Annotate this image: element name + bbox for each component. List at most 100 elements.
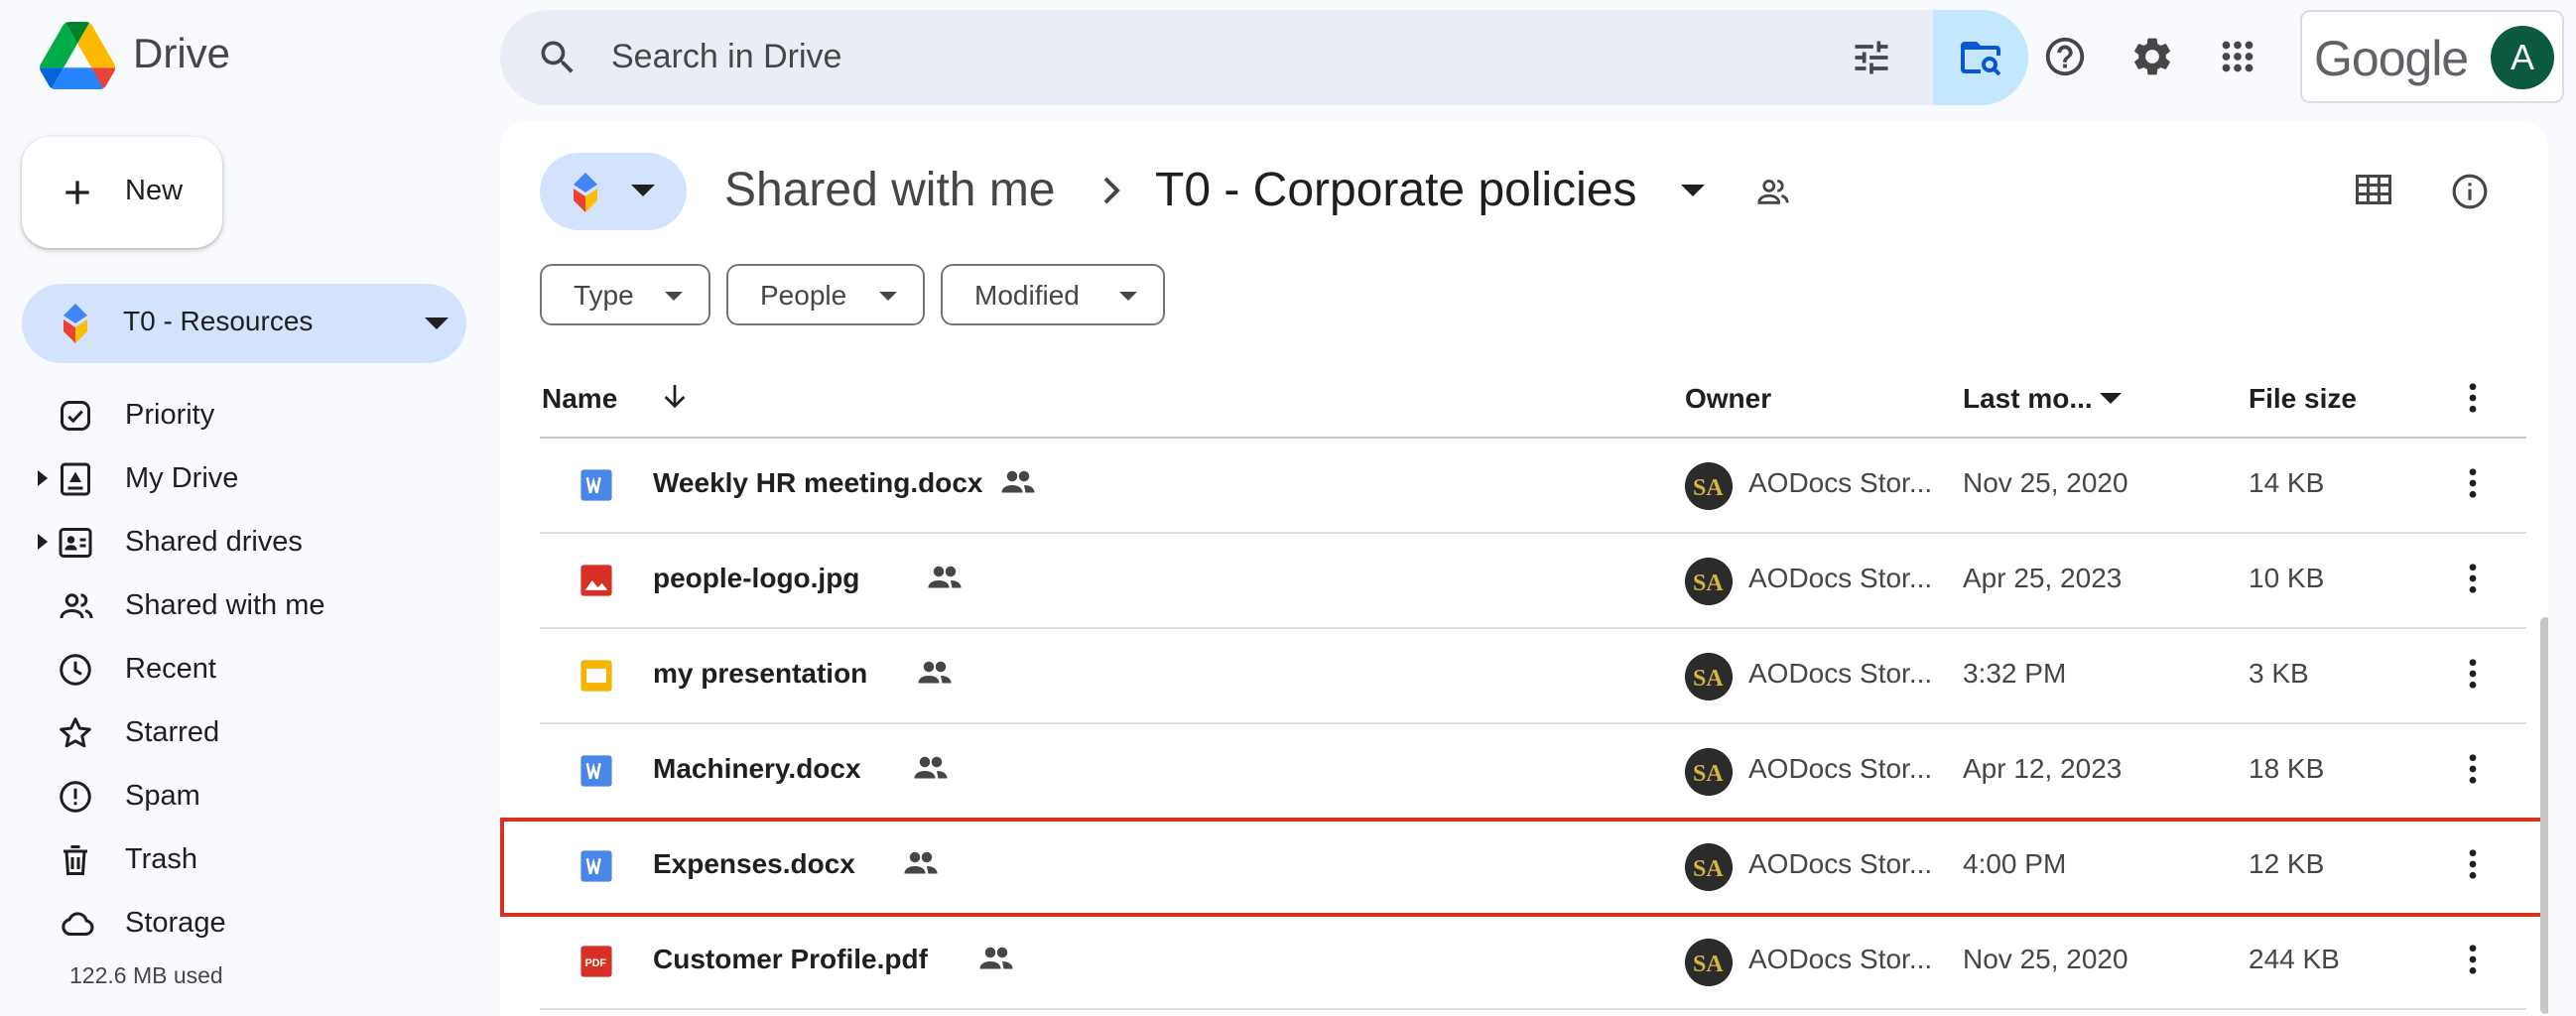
- search-input[interactable]: Search in Drive: [611, 38, 841, 76]
- svg-text:PDF: PDF: [585, 957, 607, 969]
- column-header-owner[interactable]: Owner: [1685, 383, 1771, 415]
- help-icon[interactable]: [2042, 34, 2088, 79]
- shared-with-me-icon: [58, 588, 95, 624]
- owner-name: AODocs Stor...: [1748, 944, 1933, 974]
- sidebar-item-storage[interactable]: Storage: [0, 891, 476, 954]
- sidebar-item-label: Priority: [125, 399, 215, 431]
- sidebar-item-label: My Drive: [125, 462, 239, 494]
- column-header-last-modified[interactable]: Last mo...: [1963, 383, 2093, 415]
- more-vert-icon[interactable]: [2469, 468, 2477, 498]
- filter-people-chip[interactable]: People: [726, 264, 925, 325]
- image-file-icon: [580, 564, 613, 597]
- shared-people-icon: [1000, 468, 1036, 496]
- file-name[interactable]: Machinery.docx: [653, 753, 861, 785]
- storage-usage-text: 122.6 MB used: [69, 962, 223, 988]
- filter-type-chip[interactable]: Type: [540, 264, 710, 325]
- file-name[interactable]: my presentation: [653, 658, 867, 690]
- sidebar-item-my-drive[interactable]: My Drive: [0, 446, 476, 510]
- trash-icon: [58, 842, 93, 878]
- folder-menu-chevron-icon[interactable]: [1681, 185, 1705, 196]
- drive-selector[interactable]: T0 - Resources: [22, 284, 466, 363]
- search-bar[interactable]: Search in Drive: [500, 10, 2028, 105]
- more-vert-icon[interactable]: [2469, 564, 2477, 593]
- table-row[interactable]: Machinery.docx SA AODocs Stor... Apr 12,…: [540, 724, 2526, 820]
- last-modified: Apr 25, 2023: [1963, 563, 2123, 593]
- grid-view-icon[interactable]: [2356, 175, 2391, 204]
- svg-text:SA: SA: [1693, 571, 1724, 596]
- account-switcher[interactable]: Google A: [2300, 10, 2564, 103]
- file-browser-panel: Shared with me T0 - Corporate policies T…: [500, 121, 2548, 1016]
- sidebar-item-priority[interactable]: Priority: [0, 383, 476, 446]
- shared-people-icon: [913, 754, 949, 782]
- owner-name: AODocs Stor...: [1748, 753, 1933, 784]
- cloud-icon: [58, 906, 97, 942]
- file-size: 18 KB: [2249, 753, 2325, 784]
- table-row[interactable]: Weekly HR meeting.docx SA AODocs Stor...…: [540, 439, 2526, 534]
- owner-avatar: SA: [1685, 748, 1733, 796]
- sidebar-item-shared-with-me[interactable]: Shared with me: [0, 573, 476, 637]
- file-name[interactable]: Customer Profile.pdf: [653, 944, 928, 975]
- filter-modified-chip[interactable]: Modified: [941, 264, 1165, 325]
- filter-label: People: [760, 280, 847, 311]
- owner-avatar: SA: [1685, 653, 1733, 700]
- avatar[interactable]: A: [2491, 26, 2554, 89]
- search-options-icon[interactable]: [1850, 36, 1893, 79]
- expand-arrow-icon[interactable]: [38, 534, 48, 550]
- sidebar-item-spam[interactable]: Spam: [0, 764, 476, 827]
- shared-people-icon: [927, 564, 963, 591]
- google-wordmark: Google: [2314, 31, 2469, 86]
- column-header-name[interactable]: Name: [542, 383, 617, 415]
- drive-selector-label: T0 - Resources: [123, 306, 314, 336]
- owner-name: AODocs Stor...: [1748, 563, 1933, 593]
- more-vert-icon[interactable]: [2469, 383, 2477, 413]
- sidebar-item-label: Shared with me: [125, 589, 325, 621]
- breadcrumb-parent[interactable]: Shared with me: [724, 163, 1056, 217]
- search-icon[interactable]: [536, 36, 580, 79]
- app-title[interactable]: Drive: [133, 30, 230, 77]
- shared-folder-icon[interactable]: [1754, 175, 1792, 208]
- drive-switcher-button[interactable]: [540, 153, 687, 230]
- new-button-label: New: [125, 175, 184, 206]
- more-vert-icon[interactable]: [2469, 945, 2477, 974]
- settings-icon[interactable]: [2129, 34, 2175, 79]
- apps-grid-icon[interactable]: [2215, 34, 2260, 79]
- sidebar-item-shared-drives[interactable]: Shared drives: [0, 510, 476, 573]
- sidebar-item-recent[interactable]: Recent: [0, 637, 476, 700]
- recent-icon: [58, 652, 93, 688]
- owner-avatar: SA: [1685, 558, 1733, 605]
- table-row[interactable]: PDF Customer Profile.pdf SA AODocs Stor.…: [540, 915, 2526, 1010]
- folder-search-icon[interactable]: [1933, 10, 2028, 105]
- file-size: 10 KB: [2249, 563, 2325, 593]
- page-title[interactable]: T0 - Corporate policies: [1155, 163, 1637, 217]
- scrollbar[interactable]: [2540, 617, 2548, 1014]
- spam-icon: [58, 779, 93, 815]
- slides-icon: [580, 659, 613, 693]
- sidebar-item-label: Starred: [125, 716, 220, 748]
- more-vert-icon[interactable]: [2469, 754, 2477, 784]
- svg-text:SA: SA: [1693, 475, 1724, 501]
- more-vert-icon[interactable]: [2469, 659, 2477, 689]
- table-row[interactable]: my presentation SA AODocs Stor... 3:32 P…: [540, 629, 2526, 724]
- shared-people-icon: [978, 945, 1014, 972]
- aodocs-icon: [568, 173, 603, 212]
- drive-logo-icon[interactable]: [40, 22, 115, 89]
- file-size: 3 KB: [2249, 658, 2309, 689]
- sidebar-item-trash[interactable]: Trash: [0, 827, 476, 891]
- sort-dropdown-icon[interactable]: [2100, 393, 2122, 404]
- shared-people-icon: [917, 659, 953, 687]
- new-button[interactable]: New: [22, 137, 222, 248]
- sidebar-item-starred[interactable]: Starred: [0, 700, 476, 764]
- info-icon[interactable]: [2451, 173, 2489, 210]
- filter-label: Modified: [974, 280, 1080, 311]
- file-name[interactable]: Weekly HR meeting.docx: [653, 467, 982, 499]
- column-header-file-size[interactable]: File size: [2249, 383, 2357, 415]
- file-name[interactable]: people-logo.jpg: [653, 563, 859, 594]
- table-row[interactable]: people-logo.jpg SA AODocs Stor... Apr 25…: [540, 534, 2526, 629]
- expand-arrow-icon[interactable]: [38, 470, 48, 486]
- star-icon: [58, 715, 93, 751]
- sort-arrow-down-icon[interactable]: [659, 381, 691, 413]
- owner-avatar: SA: [1685, 939, 1733, 986]
- sidebar-item-label: Spam: [125, 780, 200, 812]
- owner-avatar: SA: [1685, 462, 1733, 510]
- chevron-right-icon: [1101, 177, 1121, 204]
